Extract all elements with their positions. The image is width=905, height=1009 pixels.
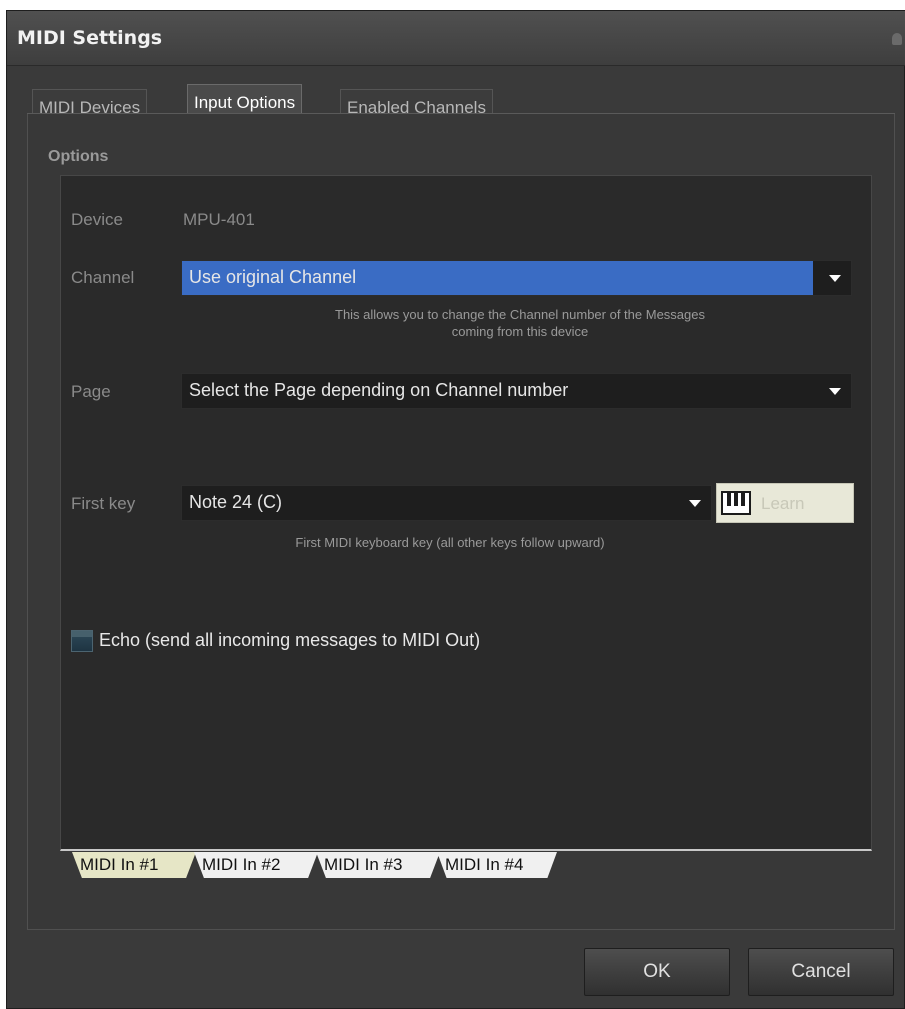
echo-checkbox-label[interactable]: Echo (send all incoming messages to MIDI… xyxy=(99,630,480,651)
first-key-select[interactable]: Note 24 (C) xyxy=(181,485,712,521)
channel-hint-line2: coming from this device xyxy=(451,324,589,339)
ok-button[interactable]: OK xyxy=(584,948,730,996)
chevron-down-icon[interactable] xyxy=(829,388,841,395)
channel-hint: This allows you to change the Channel nu… xyxy=(230,306,810,340)
chevron-down-icon[interactable] xyxy=(689,500,701,507)
channel-select-value: Use original Channel xyxy=(189,267,357,287)
first-key-select-value: Note 24 (C) xyxy=(189,492,283,512)
pin-icon[interactable] xyxy=(892,33,902,45)
first-key-hint: First MIDI keyboard key (all other keys … xyxy=(295,535,605,550)
piano-keyboard-icon xyxy=(721,491,751,515)
tab-label: MIDI In #2 xyxy=(202,855,281,874)
tab-midi-in-4[interactable]: MIDI In #4 xyxy=(437,852,557,878)
options-group-title: Options xyxy=(48,148,109,165)
channel-hint-line1: This allows you to change the Channel nu… xyxy=(335,307,705,322)
device-label: Device xyxy=(71,210,123,229)
chevron-down-icon[interactable] xyxy=(829,275,841,282)
echo-checkbox[interactable] xyxy=(71,630,93,652)
tab-label: MIDI In #4 xyxy=(445,855,524,874)
page-label: Page xyxy=(71,382,111,401)
cancel-button[interactable]: Cancel xyxy=(748,948,894,996)
dialog-title: MIDI Settings xyxy=(17,27,163,49)
first-key-label: First key xyxy=(71,494,136,513)
tab-label: Input Options xyxy=(194,93,296,112)
tab-midi-in-3[interactable]: MIDI In #3 xyxy=(316,852,440,878)
tab-divider xyxy=(27,113,895,114)
tab-midi-in-2[interactable]: MIDI In #2 xyxy=(194,852,318,878)
title-bar[interactable]: MIDI Settings xyxy=(7,11,905,66)
learn-button[interactable]: Learn xyxy=(716,483,854,523)
page-select[interactable]: Select the Page depending on Channel num… xyxy=(181,373,852,409)
tab-label: MIDI In #1 xyxy=(80,855,159,874)
channel-label: Channel xyxy=(71,268,135,287)
channel-select[interactable]: Use original Channel xyxy=(181,260,852,296)
tab-midi-in-1[interactable]: MIDI In #1 xyxy=(72,852,196,878)
tab-label: MIDI In #3 xyxy=(324,855,403,874)
device-value: MPU-401 xyxy=(183,210,255,229)
learn-button-label: Learn xyxy=(761,494,805,513)
page-select-value: Select the Page depending on Channel num… xyxy=(189,380,569,400)
